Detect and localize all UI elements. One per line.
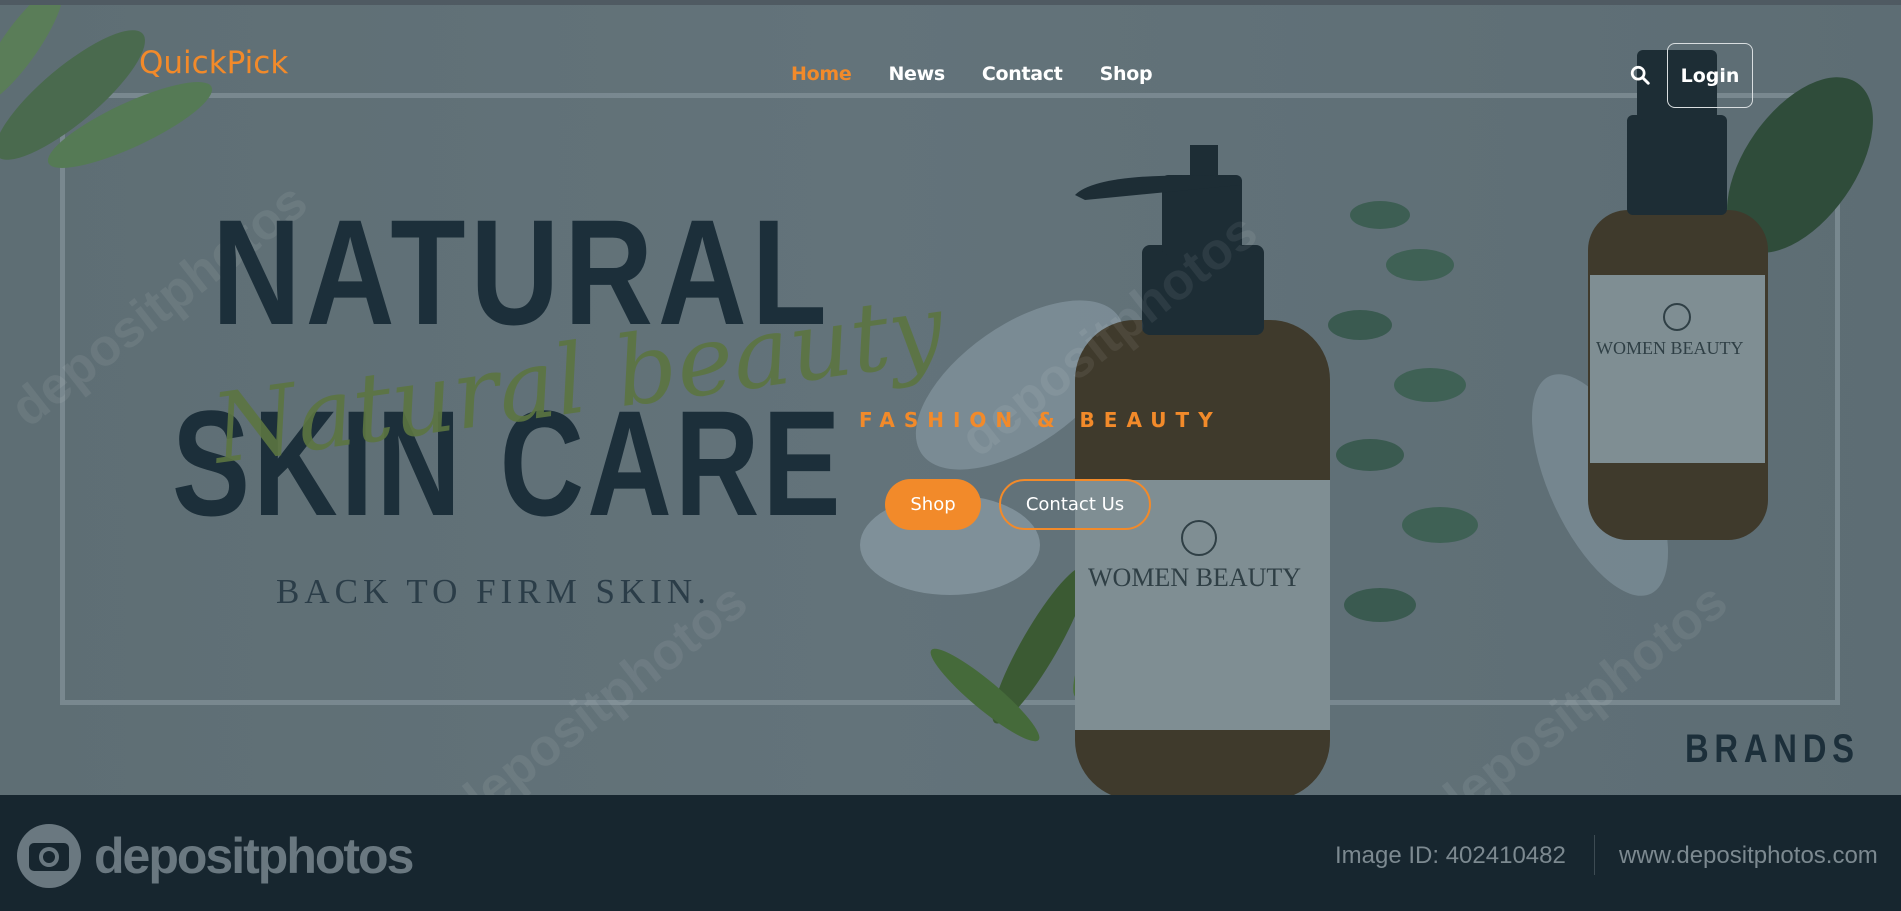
- depositphotos-wordmark: depositphotos: [94, 828, 414, 884]
- hero-section: depositphotos depositphotos depositphoto…: [0, 5, 1901, 795]
- hero-tagline: FASHION & BEAUTY: [859, 408, 1222, 432]
- hero-subline: BACK TO FIRM SKIN.: [276, 572, 711, 611]
- site-logo[interactable]: QuickPick: [139, 45, 288, 81]
- footer-divider: [1594, 835, 1595, 875]
- site-url-text: www.depositphotos.com: [1619, 842, 1878, 869]
- main-nav: Home News Contact Shop: [791, 63, 1153, 85]
- nav-link-news[interactable]: News: [888, 63, 945, 85]
- brands-text: BRANDS: [1685, 727, 1860, 771]
- watermark-footer: depositphotos Image ID: 402410482 www.de…: [0, 795, 1901, 911]
- contact-us-button[interactable]: Contact Us: [999, 479, 1151, 530]
- depositphotos-logo: depositphotos: [14, 821, 414, 891]
- image-id-text: Image ID: 402410482: [1335, 842, 1566, 869]
- login-button[interactable]: Login: [1667, 43, 1753, 108]
- shop-button[interactable]: Shop: [885, 479, 981, 530]
- bottle-label-large: WOMEN BEAUTY: [1088, 563, 1302, 592]
- nav-link-contact[interactable]: Contact: [982, 63, 1063, 85]
- search-icon[interactable]: [1629, 64, 1651, 86]
- bottle-label-small: WOMEN BEAUTY: [1596, 338, 1744, 358]
- camera-icon: [17, 824, 81, 888]
- nav-link-shop[interactable]: Shop: [1100, 63, 1153, 85]
- nav-link-home[interactable]: Home: [791, 63, 852, 85]
